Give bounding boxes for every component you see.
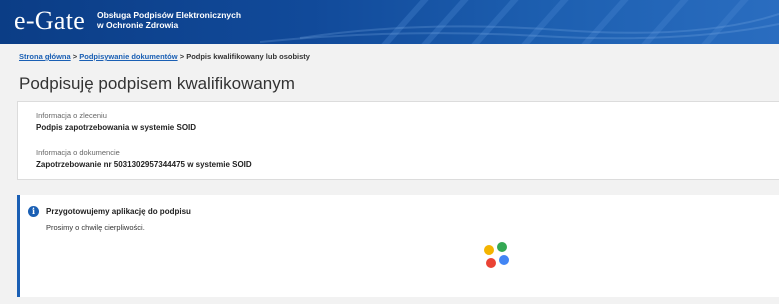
breadcrumb-separator: >	[179, 52, 185, 61]
status-panel: i Przygotowujemy aplikację do podpisu Pr…	[17, 195, 779, 297]
breadcrumb-current: Podpis kwalifikowany lub osobisty	[186, 52, 310, 61]
app-subtitle-line2: w Ochronie Zdrowia	[97, 20, 179, 30]
order-info-value: Podpis zapotrzebowania w systemie SOID	[36, 123, 197, 132]
status-message: Prosimy o chwilę cierpliwości.	[46, 223, 145, 232]
page-title: Podpisuję podpisem kwalifikowanym	[19, 74, 295, 93]
spinner-dot-green	[497, 242, 507, 252]
breadcrumb-link-home[interactable]: Strona główna	[19, 52, 71, 61]
breadcrumb: Strona główna > Podpisywanie dokumentów …	[19, 52, 310, 61]
order-info-label: Informacja o zleceniu	[36, 111, 107, 120]
status-title: Przygotowujemy aplikację do podpisu	[46, 207, 191, 216]
spinner-dot-blue	[499, 255, 509, 265]
app-header: e-Gate Obsługa Podpisów Elektronicznych …	[0, 0, 779, 44]
document-info-label: Informacja o dokumencie	[36, 148, 120, 157]
app-subtitle-line1: Obsługa Podpisów Elektronicznych	[97, 10, 242, 20]
spinner-dot-red	[486, 258, 496, 268]
breadcrumb-link-signing[interactable]: Podpisywanie dokumentów	[79, 52, 177, 61]
info-panel: Informacja o zleceniu Podpis zapotrzebow…	[17, 101, 779, 180]
app-subtitle: Obsługa Podpisów Elektronicznych w Ochro…	[97, 10, 241, 30]
breadcrumb-separator: >	[72, 52, 78, 61]
loading-spinner	[483, 242, 513, 272]
app-logo[interactable]: e-Gate	[14, 6, 85, 36]
document-info-value: Zapotrzebowanie nr 5031302957344475 w sy…	[36, 160, 252, 169]
spinner-dot-yellow	[484, 245, 494, 255]
info-icon: i	[28, 206, 39, 217]
